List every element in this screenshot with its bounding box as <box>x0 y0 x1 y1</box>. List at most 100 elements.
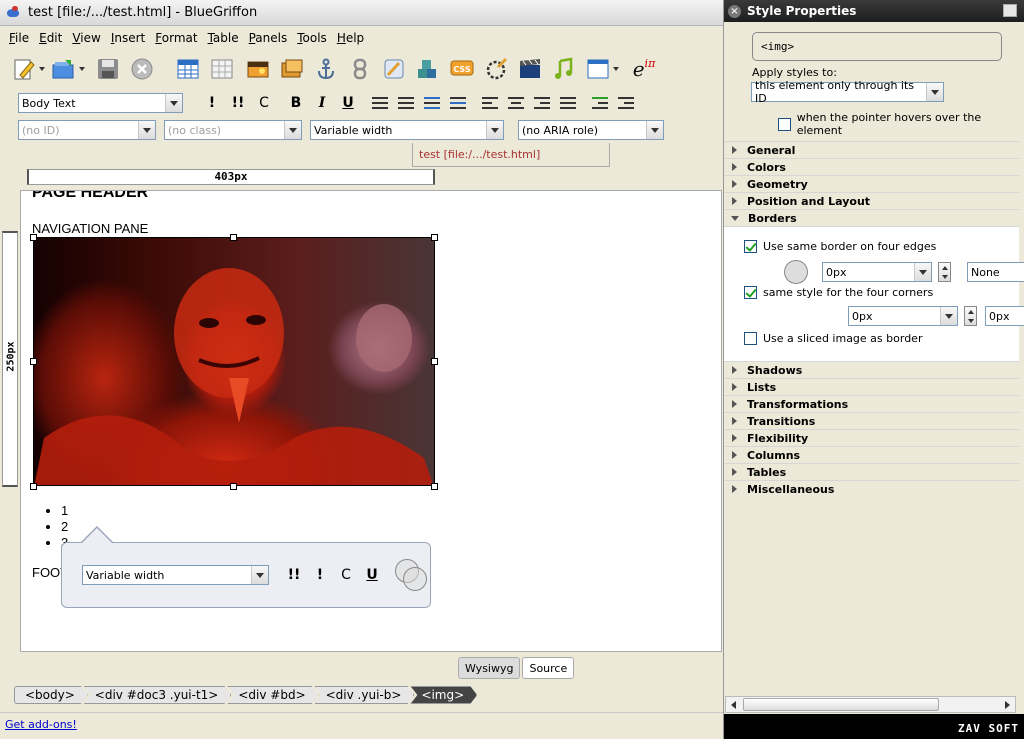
section-position-layout[interactable]: Position and Layout <box>724 192 1019 209</box>
tab-source[interactable]: Source <box>522 657 575 679</box>
section-flexibility[interactable]: Flexibility <box>724 429 1019 446</box>
definition-term-icon[interactable] <box>445 95 471 111</box>
section-columns[interactable]: Columns <box>724 446 1019 463</box>
plugin-icon[interactable] <box>480 53 512 85</box>
chevron-down-icon[interactable] <box>486 121 503 139</box>
outdent-icon[interactable] <box>613 95 639 111</box>
same-border-checkbox[interactable] <box>744 240 757 253</box>
section-shadows[interactable]: Shadows <box>724 361 1019 378</box>
panel-dock-icon[interactable] <box>1003 4 1017 17</box>
list-item[interactable]: 2 <box>61 519 68 535</box>
math-icon[interactable]: e iπ <box>624 53 664 85</box>
menu-view[interactable]: View <box>67 31 105 45</box>
border-width-spinner[interactable] <box>938 262 951 282</box>
section-transitions[interactable]: Transitions <box>724 412 1019 429</box>
resize-handle-se[interactable] <box>431 483 438 490</box>
menu-format[interactable]: Format <box>150 31 202 45</box>
scroll-right-icon[interactable] <box>1000 697 1015 712</box>
bold-button[interactable]: B <box>283 95 309 111</box>
menu-insert[interactable]: Insert <box>106 31 150 45</box>
chevron-down-icon[interactable] <box>138 121 155 139</box>
menu-table[interactable]: Table <box>203 31 244 45</box>
border-width-select[interactable]: 0px <box>822 262 932 282</box>
border-radius-field-2[interactable]: 0px <box>985 306 1024 326</box>
breadcrumb-item-body[interactable]: <body> <box>14 686 88 704</box>
scrollbar-thumb[interactable] <box>743 698 939 711</box>
menu-file[interactable]: File <box>4 31 34 45</box>
edit-link-icon[interactable] <box>378 53 410 85</box>
popup-code-button[interactable]: C <box>333 567 359 583</box>
section-miscellaneous[interactable]: Miscellaneous <box>724 480 1019 497</box>
section-borders[interactable]: Borders <box>724 209 1019 226</box>
breadcrumb-item-img[interactable]: <img> <box>410 686 477 704</box>
bullet-list-icon[interactable] <box>367 95 393 111</box>
chevron-down-icon[interactable] <box>284 121 301 139</box>
overlap-circles-icon[interactable] <box>393 557 429 593</box>
emphasis-button[interactable]: !! <box>225 95 251 111</box>
menu-help[interactable]: Help <box>332 31 369 45</box>
table-grid-icon[interactable] <box>206 53 238 85</box>
chevron-down-icon[interactable] <box>914 263 931 281</box>
image-edit-icon[interactable] <box>276 53 308 85</box>
breadcrumb-item-yui-b[interactable]: <div .yui-b> <box>315 686 415 704</box>
wysiwyg-editor[interactable]: PAGE HEADER NAVIGATION PANE 1 2 3 FOOTER… <box>20 190 722 652</box>
new-document-icon[interactable] <box>8 53 45 85</box>
page-header-text[interactable]: PAGE HEADER <box>32 191 148 202</box>
document-tab[interactable]: test [file:/.../test.html] <box>412 143 610 167</box>
anchor-icon[interactable] <box>310 53 342 85</box>
aria-role-select[interactable]: (no ARIA role) <box>518 120 664 140</box>
resize-handle-e[interactable] <box>431 358 438 365</box>
section-tables[interactable]: Tables <box>724 463 1019 480</box>
chevron-down-icon[interactable] <box>926 83 943 101</box>
popup-width-select[interactable]: Variable width <box>82 565 269 585</box>
link-icon[interactable] <box>344 53 376 85</box>
definition-list-icon[interactable] <box>419 95 445 111</box>
resize-handle-sw[interactable] <box>30 483 37 490</box>
form-icon[interactable] <box>582 53 619 85</box>
close-icon[interactable]: × <box>728 4 741 18</box>
underline-button[interactable]: U <box>335 95 361 111</box>
chevron-down-icon[interactable] <box>940 307 957 325</box>
resize-handle-s[interactable] <box>230 483 237 490</box>
section-lists[interactable]: Lists <box>724 378 1019 395</box>
resize-handle-ne[interactable] <box>431 234 438 241</box>
tab-wysiwyg[interactable]: Wysiwyg <box>458 657 521 679</box>
menu-panels[interactable]: Panels <box>244 31 293 45</box>
code-button[interactable]: C <box>251 95 277 111</box>
resize-handle-nw[interactable] <box>30 234 37 241</box>
numbered-list-icon[interactable] <box>393 95 419 111</box>
vertical-ruler[interactable]: 250px <box>2 231 18 487</box>
indent-icon[interactable] <box>587 95 613 111</box>
chevron-down-icon[interactable] <box>251 566 268 584</box>
strong-button[interactable]: ! <box>199 95 225 111</box>
align-center-icon[interactable] <box>503 95 529 111</box>
width-select[interactable]: Variable width <box>310 120 504 140</box>
menu-tools[interactable]: Tools <box>292 31 332 45</box>
chevron-down-icon[interactable] <box>646 121 663 139</box>
section-transformations[interactable]: Transformations <box>724 395 1019 412</box>
align-left-icon[interactable] <box>477 95 503 111</box>
border-radius-spinner[interactable] <box>964 306 977 326</box>
breadcrumb-item-doc3[interactable]: <div #doc3 .yui-t1> <box>84 686 232 704</box>
corners-checkbox[interactable] <box>744 286 757 299</box>
apply-styles-select[interactable]: this element only through its ID <box>751 79 944 105</box>
class-select[interactable]: (no class) <box>164 120 302 140</box>
paragraph-style-select[interactable]: Body Text <box>18 93 183 113</box>
save-icon[interactable] <box>92 53 124 85</box>
css-selector-field[interactable]: <img> <box>752 32 1002 61</box>
popup-underline-button[interactable]: U <box>359 567 385 583</box>
panel-horizontal-scrollbar[interactable] <box>725 696 1016 713</box>
horizontal-ruler[interactable]: 403px <box>27 169 435 185</box>
scroll-left-icon[interactable] <box>726 697 741 712</box>
section-colors[interactable]: Colors <box>724 158 1019 175</box>
section-general[interactable]: General <box>724 141 1019 158</box>
resize-handle-w[interactable] <box>30 358 37 365</box>
chevron-down-icon[interactable] <box>165 94 182 112</box>
get-addons-link[interactable]: Get add-ons! <box>5 718 77 731</box>
stop-icon[interactable] <box>126 53 158 85</box>
css-icon[interactable]: CSS <box>446 53 478 85</box>
image-icon[interactable] <box>242 53 274 85</box>
border-radius-select[interactable]: 0px <box>848 306 958 326</box>
resize-handle-n[interactable] <box>230 234 237 241</box>
align-right-icon[interactable] <box>529 95 555 111</box>
